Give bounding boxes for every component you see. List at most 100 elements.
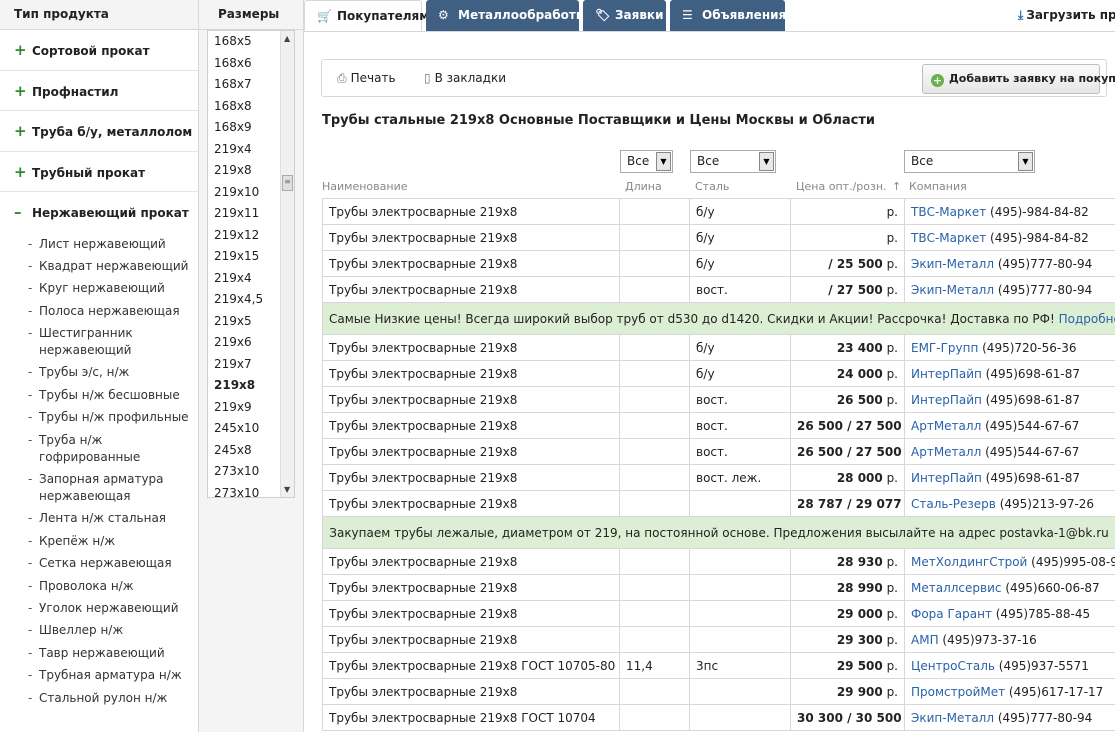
subcategory-item[interactable]: - Тавр нержавеющий	[28, 642, 198, 664]
company-link[interactable]: ИнтерПайп	[911, 367, 982, 381]
company-link[interactable]: АртМеталл	[911, 419, 981, 433]
column-header-steel[interactable]: Сталь	[695, 180, 729, 193]
table-row[interactable]: Трубы электросварные 219x8 вост. 26 500 р.…	[322, 386, 1115, 413]
product-name-cell[interactable]: Трубы электросварные 219x8	[322, 360, 620, 387]
subcategory-item[interactable]: - Лист нержавеющий	[28, 233, 198, 255]
subcategory-item[interactable]: - Трубы э/с, н/ж	[28, 361, 198, 383]
category-item[interactable]: + Трубный прокат	[0, 152, 198, 192]
promo-more-link[interactable]: Подробнее	[1059, 312, 1115, 326]
product-name-cell[interactable]: Трубы электросварные 219x8 ГОСТ 10704	[322, 704, 620, 731]
product-name-cell[interactable]: Трубы электросварные 219x8	[322, 224, 620, 251]
upload-price-link[interactable]: ⤓ Загрузить пра	[1018, 0, 1115, 31]
table-row[interactable]: Трубы электросварные 219x8 ГОСТ 10705-80…	[322, 652, 1115, 679]
print-button[interactable]: ⎙ Печать	[337, 71, 396, 86]
table-row[interactable]: Трубы электросварные 219x8 б/у р. ТВС-Марке…	[322, 224, 1115, 251]
company-link[interactable]: Фора Гарант	[911, 607, 992, 621]
subcategory-item[interactable]: - Квадрат нержавеющий	[28, 255, 198, 277]
column-header-length[interactable]: Длина	[625, 180, 662, 193]
table-row[interactable]: Трубы электросварные 219x8 вост./ 27 500 …	[322, 276, 1115, 303]
column-header-price[interactable]: Цена опт./розн.	[796, 180, 887, 193]
tab-4[interactable]: ☰ Объявления	[670, 0, 786, 31]
subcategory-item[interactable]: - Шестигранник нержавеющий	[28, 322, 198, 361]
table-row[interactable]: Трубы электросварные 219x8 28 930 р. МетХо…	[322, 548, 1115, 575]
subcategory-item[interactable]: - Трубная арматура н/ж	[28, 664, 198, 686]
company-link[interactable]: АМП	[911, 633, 939, 647]
subcategory-item[interactable]: - Уголок нержавеющий	[28, 597, 198, 619]
company-link[interactable]: ПромстройМет	[911, 685, 1005, 699]
company-link[interactable]: Экип-Металл	[911, 283, 994, 297]
subcategory-item[interactable]: - Сетка нержавеющая	[28, 552, 198, 574]
table-row[interactable]: Трубы электросварные 219x8 вост. леж. 28 0…	[322, 464, 1115, 491]
table-row[interactable]: Трубы электросварные 219x8 ГОСТ 10704 30 …	[322, 704, 1115, 731]
subcategory-item[interactable]: - Полоса нержавеющая	[28, 300, 198, 322]
expand-plus-icon[interactable]: +	[14, 111, 32, 151]
table-row[interactable]: Трубы электросварные 219x8 29 000 р. Фора …	[322, 600, 1115, 627]
table-row[interactable]: Трубы электросварные 219x8 вост. 26 500 / …	[322, 438, 1115, 465]
scroll-thumb[interactable]: ≡	[282, 175, 293, 191]
table-row[interactable]: Трубы электросварные 219x8 29 300 р. АМП (…	[322, 626, 1115, 653]
company-link[interactable]: АртМеталл	[911, 445, 981, 459]
company-link[interactable]: ТВС-Маркет	[911, 231, 986, 245]
subcategory-item[interactable]: - Труба н/ж гофрированные	[28, 429, 198, 468]
tab-1[interactable]: 🛒 Покупателям	[304, 0, 429, 31]
product-name-cell[interactable]: Трубы электросварные 219x8	[322, 548, 620, 575]
subcategory-item[interactable]: - Швеллер н/ж	[28, 619, 198, 641]
product-name-cell[interactable]: Трубы электросварные 219x8	[322, 198, 620, 225]
steel-filter-select[interactable]: Все ▼	[690, 150, 776, 173]
expand-plus-icon[interactable]: +	[14, 30, 32, 70]
tab-3[interactable]: 🏷 Заявки	[583, 0, 666, 31]
table-row[interactable]: Трубы электросварные 219x8 б/у 23 400 р. ЕМ…	[322, 334, 1115, 361]
scroll-down-arrow-icon[interactable]: ▼	[284, 485, 290, 494]
column-header-company[interactable]: Компания	[909, 180, 967, 193]
subcategory-item[interactable]: - Лента н/ж стальная	[28, 507, 198, 529]
table-row[interactable]: Трубы электросварные 219x8 б/у/ 25 500 р.…	[322, 250, 1115, 277]
product-name-cell[interactable]: Трубы электросварные 219x8	[322, 600, 620, 627]
expand-plus-icon[interactable]: +	[14, 152, 32, 192]
subcategory-item[interactable]: - Стальной рулон н/ж	[28, 687, 198, 709]
product-name-cell[interactable]: Трубы электросварные 219x8	[322, 490, 620, 517]
expand-plus-icon[interactable]: +	[14, 71, 32, 111]
sort-arrow-icon[interactable]: ↑	[892, 180, 901, 193]
table-row[interactable]: Трубы электросварные 219x8 б/у р. ТВС-Марке…	[322, 198, 1115, 225]
product-name-cell[interactable]: Трубы электросварные 219x8	[322, 386, 620, 413]
add-request-button[interactable]: + Добавить заявку на покупку	[922, 64, 1115, 94]
product-name-cell[interactable]: Трубы электросварные 219x8	[322, 678, 620, 705]
subcategory-item[interactable]: - Трубы н/ж профильные	[28, 406, 198, 428]
product-name-cell[interactable]: Трубы электросварные 219x8	[322, 438, 620, 465]
company-link[interactable]: ЦентроСталь	[911, 659, 995, 673]
company-link[interactable]: Металлсервис	[911, 581, 1002, 595]
product-name-cell[interactable]: Трубы электросварные 219x8	[322, 464, 620, 491]
subcategory-item[interactable]: - Запорная арматура нержавеющая	[28, 468, 198, 507]
table-row[interactable]: Трубы электросварные 219x8 28 990 р. Метал…	[322, 574, 1115, 601]
company-link[interactable]: Экип-Металл	[911, 711, 994, 725]
category-item[interactable]: + Сортовой прокат	[0, 30, 198, 71]
scroll-up-arrow-icon[interactable]: ▲	[284, 34, 290, 43]
category-item[interactable]: + Труба б/у, металлолом	[0, 111, 198, 152]
sizes-listbox[interactable]: 168x5 168x6 168x7 168x8 168x9 219x4 219x8 219x1…	[207, 30, 295, 498]
product-name-cell[interactable]: Трубы электросварные 219x8	[322, 574, 620, 601]
company-link[interactable]: ИнтерПайп	[911, 471, 982, 485]
company-link[interactable]: МетХолдингСтрой	[911, 555, 1027, 569]
subcategory-item[interactable]: - Проволока н/ж	[28, 575, 198, 597]
product-name-cell[interactable]: Трубы электросварные 219x8	[322, 412, 620, 439]
bookmark-button[interactable]: ▯ В закладки	[424, 71, 506, 85]
length-filter-select[interactable]: Все ▼	[620, 150, 673, 173]
product-name-cell[interactable]: Трубы электросварные 219x8	[322, 276, 620, 303]
table-row[interactable]: Трубы электросварные 219x8 28 787 / 29 07…	[322, 490, 1115, 517]
company-link[interactable]: ТВС-Маркет	[911, 205, 986, 219]
company-link[interactable]: Сталь-Резерв	[911, 497, 996, 511]
product-name-cell[interactable]: Трубы электросварные 219x8	[322, 626, 620, 653]
subcategory-item[interactable]: - Круг нержавеющий	[28, 277, 198, 299]
subcategory-item[interactable]: - Крепёж н/ж	[28, 530, 198, 552]
collapse-minus-icon[interactable]: –	[14, 192, 32, 232]
product-name-cell[interactable]: Трубы электросварные 219x8	[322, 250, 620, 277]
company-filter-select[interactable]: Все ▼	[904, 150, 1035, 173]
category-item[interactable]: – Нержавеющий прокат	[0, 192, 198, 233]
table-row[interactable]: Трубы электросварные 219x8 вост. 26 500 / …	[322, 412, 1115, 439]
sizes-scrollbar[interactable]: ▲ ≡ ▼	[280, 31, 294, 497]
tab-2[interactable]: ⚙ Металлообработка	[426, 0, 592, 31]
company-link[interactable]: Экип-Металл	[911, 257, 994, 271]
table-row[interactable]: Трубы электросварные 219x8 б/у 24 000 р. Ин…	[322, 360, 1115, 387]
category-item[interactable]: + Профнастил	[0, 71, 198, 111]
table-row[interactable]: Трубы электросварные 219x8 29 900 р. Промс…	[322, 678, 1115, 705]
